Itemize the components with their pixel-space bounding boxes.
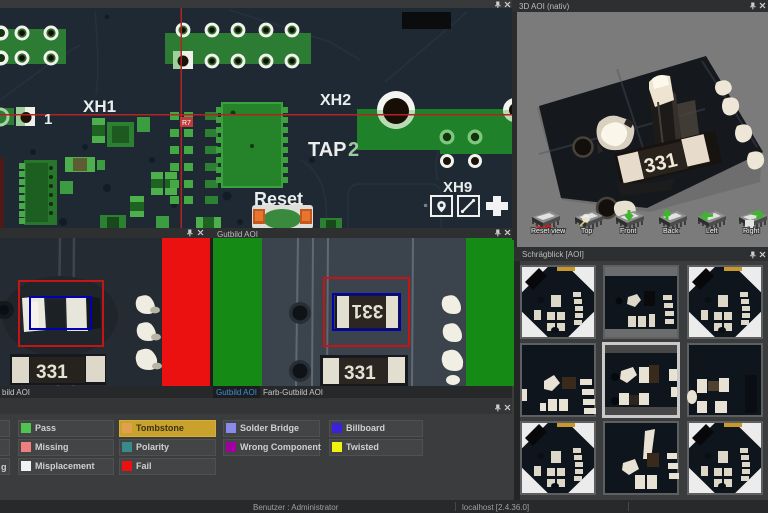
svg-text:2: 2: [348, 139, 359, 161]
svg-text:Right: Right: [743, 228, 759, 235]
svg-text:Reset view: Reset view: [531, 228, 566, 235]
svg-text:Back: Back: [663, 228, 679, 235]
svg-text:XH2: XH2: [320, 92, 351, 109]
svg-text:Left: Left: [706, 228, 718, 235]
svg-text:Top: Top: [581, 228, 592, 235]
svg-text:Front: Front: [620, 228, 636, 235]
svg-text:331: 331: [36, 362, 68, 383]
svg-text:XH9: XH9: [443, 179, 472, 196]
svg-text:1: 1: [44, 111, 52, 128]
svg-text:R7: R7: [182, 120, 191, 127]
svg-text:XH1: XH1: [83, 97, 116, 116]
svg-text:331: 331: [351, 300, 383, 321]
svg-text:TAP: TAP: [308, 139, 347, 161]
svg-text:331: 331: [344, 363, 376, 384]
svg-text:Reset: Reset: [254, 189, 303, 209]
